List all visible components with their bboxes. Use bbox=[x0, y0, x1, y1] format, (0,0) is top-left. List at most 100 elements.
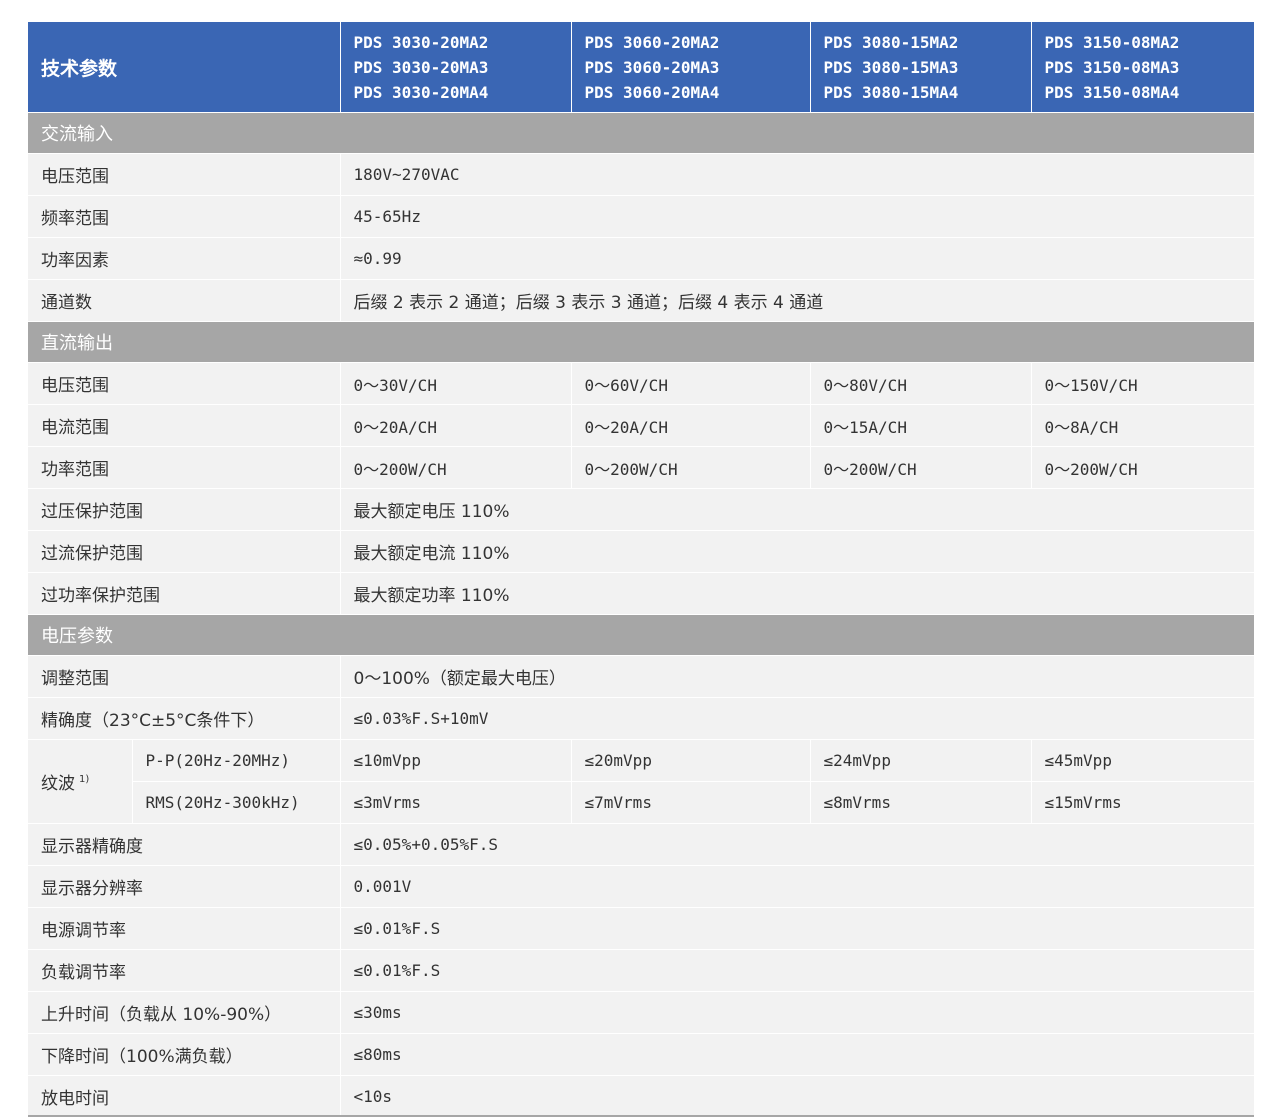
model-name: PDS 3060-20MA3 bbox=[584, 57, 720, 77]
model-name: PDS 3030-20MA3 bbox=[353, 57, 489, 77]
section-title: 交流输入 bbox=[28, 112, 1255, 154]
model-name: PDS 3030-20MA2 bbox=[353, 32, 489, 52]
row-value: 0～200W/CH bbox=[809, 446, 1032, 489]
model-name: PDS 3080-15MA2 bbox=[823, 32, 959, 52]
table-row: 显示器分辨率 0.001V bbox=[28, 865, 1255, 908]
model-name: PDS 3060-20MA2 bbox=[584, 32, 720, 52]
ripple-label: 纹波 bbox=[41, 774, 75, 794]
row-value: ≤0.01%F.S bbox=[339, 907, 1255, 950]
ripple-label-cell: 纹波 1) bbox=[28, 739, 133, 824]
table-row: 频率范围 45-65Hz bbox=[28, 195, 1255, 238]
row-value: ≈0.99 bbox=[339, 237, 1255, 280]
spec-table: 技术参数 PDS 3030-20MA2 PDS 3030-20MA3 PDS 3… bbox=[28, 22, 1255, 1117]
row-value: 0～20A/CH bbox=[339, 404, 572, 447]
table-row: 电源调节率 ≤0.01%F.S bbox=[28, 907, 1255, 950]
table-row: 纹波 1) P-P(20Hz-20MHz) ≤10mVpp ≤20mVpp ≤24… bbox=[28, 739, 1255, 824]
row-value: 最大额定电流 110% bbox=[339, 530, 1255, 573]
row-label: 过功率保护范围 bbox=[28, 572, 341, 615]
row-value: 0～60V/CH bbox=[570, 362, 811, 405]
row-label: 通道数 bbox=[28, 279, 341, 322]
row-value: ≤30ms bbox=[339, 991, 1255, 1034]
row-label: 下降时间（100%满负载） bbox=[28, 1033, 341, 1076]
row-value: 180V~270VAC bbox=[339, 153, 1255, 196]
row-label: 上升时间（负载从 10%-90%） bbox=[28, 991, 341, 1034]
row-value: 0～20A/CH bbox=[570, 404, 811, 447]
spec-table-container: 技术参数 PDS 3030-20MA2 PDS 3030-20MA3 PDS 3… bbox=[28, 22, 1255, 1117]
row-value: 0～100%（额定最大电压） bbox=[339, 655, 1255, 698]
table-row: 下降时间（100%满负载） ≤80ms bbox=[28, 1033, 1255, 1076]
row-value: 0～80V/CH bbox=[809, 362, 1032, 405]
param-header: 技术参数 bbox=[28, 22, 341, 113]
model-name: PDS 3030-20MA4 bbox=[353, 82, 489, 102]
row-value: 0～8A/CH bbox=[1030, 404, 1255, 447]
row-value: ≤0.05%+0.05%F.S bbox=[339, 823, 1255, 866]
row-label: 放电时间 bbox=[28, 1075, 341, 1117]
model-name: PDS 3060-20MA4 bbox=[584, 82, 720, 102]
row-label: 电压范围 bbox=[28, 153, 341, 196]
row-label: 精确度（23°C±5°C条件下） bbox=[28, 697, 341, 740]
model-header-3: PDS 3080-15MA2 PDS 3080-15MA3 PDS 3080-1… bbox=[809, 22, 1032, 113]
row-value: 最大额定功率 110% bbox=[339, 572, 1255, 615]
table-row: 电流范围 0～20A/CH 0～20A/CH 0～15A/CH 0～8A/CH bbox=[28, 404, 1255, 447]
row-label: 电流范围 bbox=[28, 404, 341, 447]
model-name: PDS 3150-08MA2 bbox=[1044, 32, 1180, 52]
row-value: 0.001V bbox=[339, 865, 1255, 908]
table-row: 调整范围 0～100%（额定最大电压） bbox=[28, 655, 1255, 698]
table-row: RMS(20Hz-300kHz) ≤3mVrms ≤7mVrms ≤8mVrms… bbox=[28, 781, 1255, 824]
table-row: 负载调节率 ≤0.01%F.S bbox=[28, 949, 1255, 992]
table-row: 过压保护范围 最大额定电压 110% bbox=[28, 488, 1255, 531]
table-row: 功率范围 0～200W/CH 0～200W/CH 0～200W/CH 0～200… bbox=[28, 446, 1255, 489]
model-header-4: PDS 3150-08MA2 PDS 3150-08MA3 PDS 3150-0… bbox=[1030, 22, 1255, 113]
row-value: ≤24mVpp bbox=[809, 739, 1032, 782]
row-value: ≤7mVrms bbox=[570, 781, 811, 824]
table-row: 电压范围 0～30V/CH 0～60V/CH 0～80V/CH 0～150V/C… bbox=[28, 362, 1255, 405]
row-value: 0～200W/CH bbox=[339, 446, 572, 489]
row-value: 0～150V/CH bbox=[1030, 362, 1255, 405]
table-row: 通道数 后缀 2 表示 2 通道；后缀 3 表示 3 通道；后缀 4 表示 4 … bbox=[28, 279, 1255, 322]
table-header-row: 技术参数 PDS 3030-20MA2 PDS 3030-20MA3 PDS 3… bbox=[28, 22, 1255, 113]
footnote-marker: 1) bbox=[79, 774, 90, 786]
row-label: 功率因素 bbox=[28, 237, 341, 280]
model-name: PDS 3080-15MA3 bbox=[823, 57, 959, 77]
row-value: 45-65Hz bbox=[339, 195, 1255, 238]
row-label: 频率范围 bbox=[28, 195, 341, 238]
model-header-1: PDS 3030-20MA2 PDS 3030-20MA3 PDS 3030-2… bbox=[339, 22, 572, 113]
row-label: 负载调节率 bbox=[28, 949, 341, 992]
table-row: 精确度（23°C±5°C条件下） ≤0.03%F.S+10mV bbox=[28, 697, 1255, 740]
row-value: 0～15A/CH bbox=[809, 404, 1032, 447]
row-value: 最大额定电压 110% bbox=[339, 488, 1255, 531]
model-name: PDS 3080-15MA4 bbox=[823, 82, 959, 102]
table-row: 功率因素 ≈0.99 bbox=[28, 237, 1255, 280]
row-value: ≤20mVpp bbox=[570, 739, 811, 782]
table-row: 电压范围 180V~270VAC bbox=[28, 153, 1255, 196]
row-value: ≤80ms bbox=[339, 1033, 1255, 1076]
ripple-sublabel: RMS(20Hz-300kHz) bbox=[132, 781, 341, 824]
table-row: 放电时间 <10s bbox=[28, 1075, 1255, 1117]
table-row: 过流保护范围 最大额定电流 110% bbox=[28, 530, 1255, 573]
row-label: 调整范围 bbox=[28, 655, 341, 698]
row-label: 过压保护范围 bbox=[28, 488, 341, 531]
row-label: 电源调节率 bbox=[28, 907, 341, 950]
row-value: 后缀 2 表示 2 通道；后缀 3 表示 3 通道；后缀 4 表示 4 通道 bbox=[339, 279, 1255, 322]
row-label: 功率范围 bbox=[28, 446, 341, 489]
row-label: 过流保护范围 bbox=[28, 530, 341, 573]
model-header-2: PDS 3060-20MA2 PDS 3060-20MA3 PDS 3060-2… bbox=[570, 22, 811, 113]
row-label: 显示器分辨率 bbox=[28, 865, 341, 908]
row-value: ≤10mVpp bbox=[339, 739, 572, 782]
row-value: 0～200W/CH bbox=[1030, 446, 1255, 489]
model-name: PDS 3150-08MA4 bbox=[1044, 82, 1180, 102]
row-value: ≤15mVrms bbox=[1030, 781, 1255, 824]
row-value: ≤3mVrms bbox=[339, 781, 572, 824]
row-value: ≤0.03%F.S+10mV bbox=[339, 697, 1255, 740]
row-label: 显示器精确度 bbox=[28, 823, 341, 866]
ripple-sublabel: P-P(20Hz-20MHz) bbox=[132, 739, 341, 782]
row-value: 0～30V/CH bbox=[339, 362, 572, 405]
model-name: PDS 3150-08MA3 bbox=[1044, 57, 1180, 77]
section-ac-input: 交流输入 bbox=[28, 112, 1255, 154]
table-row: 过功率保护范围 最大额定功率 110% bbox=[28, 572, 1255, 615]
section-voltage-params: 电压参数 bbox=[28, 614, 1255, 656]
section-dc-output: 直流输出 bbox=[28, 321, 1255, 363]
section-title: 直流输出 bbox=[28, 321, 1255, 363]
section-title: 电压参数 bbox=[28, 614, 1255, 656]
row-label: 电压范围 bbox=[28, 362, 341, 405]
